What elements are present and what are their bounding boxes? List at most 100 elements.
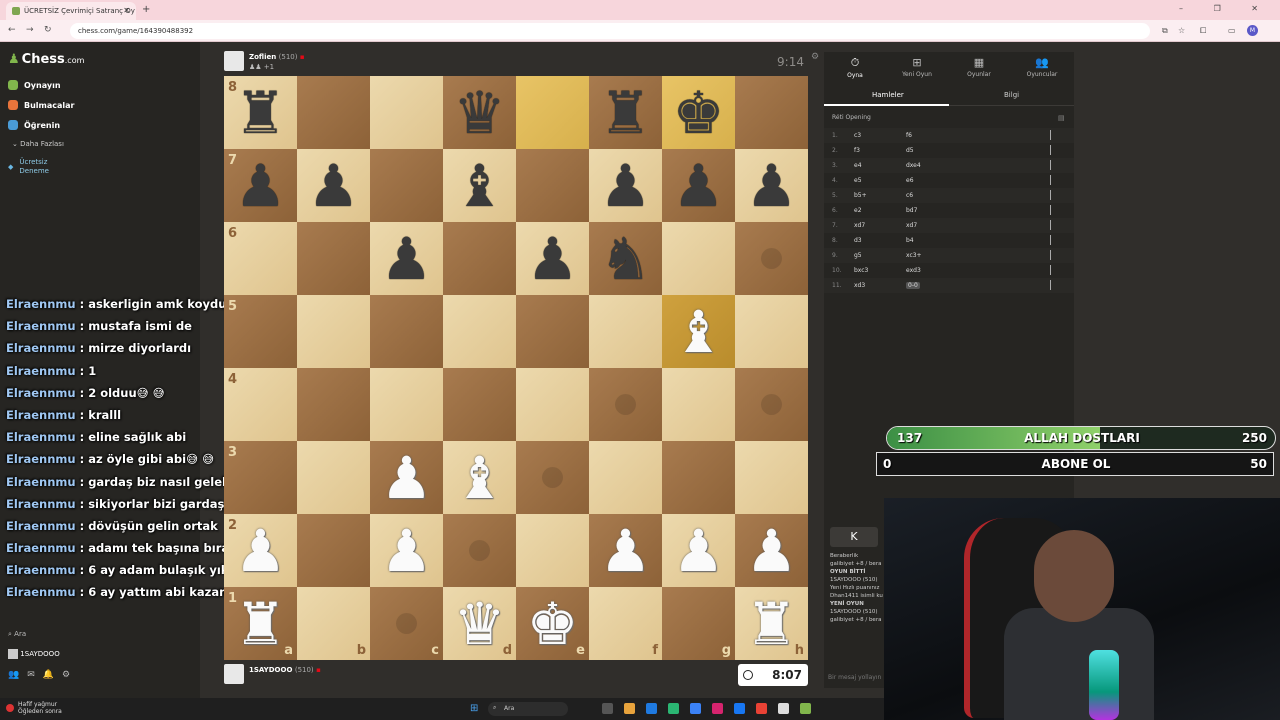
bookmark-star-icon[interactable]: ☆	[1178, 26, 1185, 35]
close-tab-icon[interactable]: ✕	[123, 6, 130, 15]
white-rook-piece[interactable]: ♜	[224, 589, 297, 660]
square-h2[interactable]: ♟	[735, 514, 808, 587]
square-e1[interactable]: e ♚	[516, 587, 589, 660]
black-move[interactable]: d5	[906, 147, 914, 154]
square-f3[interactable]	[589, 441, 662, 514]
tab-play[interactable]: ⏱ Oyna	[824, 56, 886, 79]
settings-icon[interactable]: ⚙	[62, 670, 78, 680]
free-trial-link[interactable]: ◆ Ücretsiz Deneme	[8, 158, 49, 176]
white-rook-piece[interactable]: ♜	[735, 589, 808, 660]
chess-board[interactable]: 8 ♜ ♛ ♜ ♚ 7 ♟ ♟ ♝ ♟ ♟ ♟ 6 ♟ ♟ ♞ 5 ♝ 4 3 ♟ ♝ 2 ♟ ♟ ♟ ♟ ♟ 1 a ♜ b c d ♛ e ♚ f g h…	[224, 76, 808, 660]
white-queen-piece[interactable]: ♛	[443, 589, 516, 660]
extension-icon[interactable]: ⧉	[1162, 26, 1168, 36]
square-d5[interactable]	[443, 295, 516, 368]
move-hint-dot[interactable]	[396, 613, 417, 634]
square-b5[interactable]	[297, 295, 370, 368]
square-c2[interactable]: ♟	[370, 514, 443, 587]
black-rook-piece[interactable]: ♜	[589, 78, 662, 149]
friends-icon[interactable]: 👥	[8, 670, 27, 680]
square-g4[interactable]	[662, 368, 735, 441]
square-a7[interactable]: 7 ♟	[224, 149, 297, 222]
black-move[interactable]: xc3+	[906, 252, 922, 259]
black-queen-piece[interactable]: ♛	[443, 78, 516, 149]
top-player-avatar[interactable]	[224, 51, 244, 71]
black-pawn-piece[interactable]: ♟	[297, 151, 370, 222]
weather-widget[interactable]: Hafif yağmur Öğleden sonra	[18, 701, 62, 715]
square-e6[interactable]: ♟	[516, 222, 589, 295]
square-d7[interactable]: ♝	[443, 149, 516, 222]
tab-games[interactable]: ▦ Oyunlar	[948, 56, 1010, 78]
tab-players[interactable]: 👥 Oyuncular	[1011, 56, 1073, 78]
black-move[interactable]: xd7	[906, 222, 917, 229]
square-h7[interactable]: ♟	[735, 149, 808, 222]
black-pawn-piece[interactable]: ♟	[662, 151, 735, 222]
white-pawn-piece[interactable]: ♟	[589, 516, 662, 587]
bottom-player-avatar[interactable]	[224, 664, 244, 684]
board-settings-icon[interactable]: ⚙	[811, 52, 819, 62]
white-move[interactable]: e4	[854, 162, 862, 169]
black-move[interactable]: b4	[906, 237, 914, 244]
black-move[interactable]: 0-0	[906, 282, 920, 289]
message-input[interactable]: Bir mesaj yollayın	[828, 674, 881, 681]
chrome-icon[interactable]	[756, 703, 767, 714]
square-c1[interactable]: c	[370, 587, 443, 660]
white-bishop-piece[interactable]: ♝	[443, 443, 516, 514]
move-hint-dot[interactable]	[469, 540, 490, 561]
square-e2[interactable]	[516, 514, 589, 587]
store-icon[interactable]	[668, 703, 679, 714]
square-f6[interactable]: ♞	[589, 222, 662, 295]
black-move[interactable]: exd3	[906, 267, 921, 274]
move-hint-dot[interactable]	[542, 467, 563, 488]
white-move[interactable]: b5+	[854, 192, 867, 199]
square-d6[interactable]	[443, 222, 516, 295]
white-move[interactable]: bxc3	[854, 267, 868, 274]
square-d4[interactable]	[443, 368, 516, 441]
black-king-piece[interactable]: ♚	[662, 78, 735, 149]
white-king-piece[interactable]: ♚	[516, 589, 589, 660]
sidebar-icon[interactable]: ▭	[1228, 26, 1236, 35]
sidebar-item-puzzles[interactable]: Bulmacalar	[8, 100, 75, 110]
sidebar-search[interactable]: ⌕ Ara	[8, 630, 26, 639]
black-pawn-piece[interactable]: ♟	[370, 224, 443, 295]
square-g1[interactable]: g	[662, 587, 735, 660]
instagram-icon[interactable]	[712, 703, 723, 714]
url-field[interactable]: chess.com/game/164390488392	[70, 23, 1150, 39]
square-b2[interactable]	[297, 514, 370, 587]
chesscom-app-icon[interactable]	[800, 703, 811, 714]
black-pawn-piece[interactable]: ♟	[589, 151, 662, 222]
window-controls[interactable]: – ❐ ✕	[1179, 4, 1272, 13]
black-knight-piece[interactable]: ♞	[589, 224, 662, 295]
square-b4[interactable]	[297, 368, 370, 441]
new-tab-icon[interactable]: +	[142, 4, 150, 15]
square-a3[interactable]: 3	[224, 441, 297, 514]
black-move[interactable]: bd7	[906, 207, 917, 214]
move-hint-dot[interactable]	[761, 394, 782, 415]
square-e8[interactable]	[516, 76, 589, 149]
facebook-icon[interactable]	[734, 703, 745, 714]
black-bishop-piece[interactable]: ♝	[443, 151, 516, 222]
white-move[interactable]: c3	[854, 132, 861, 139]
subtab-moves[interactable]: Hamleler	[872, 91, 904, 99]
tab-new-game[interactable]: ⊞ Yeni Oyun	[886, 56, 948, 78]
square-f8[interactable]: ♜	[589, 76, 662, 149]
white-move[interactable]: f3	[854, 147, 860, 154]
square-f2[interactable]: ♟	[589, 514, 662, 587]
black-rook-piece[interactable]: ♜	[224, 78, 297, 149]
square-a2[interactable]: 2 ♟	[224, 514, 297, 587]
square-h5[interactable]	[735, 295, 808, 368]
square-d1[interactable]: d ♛	[443, 587, 516, 660]
square-f1[interactable]: f	[589, 587, 662, 660]
white-move[interactable]: xd3	[854, 282, 865, 289]
app-icon-2[interactable]	[778, 703, 789, 714]
square-g3[interactable]	[662, 441, 735, 514]
black-move[interactable]: dxe4	[906, 162, 921, 169]
reload-icon[interactable]: ↻	[44, 25, 52, 35]
square-c4[interactable]	[370, 368, 443, 441]
browser-tab[interactable]: ÜCRETSİZ Çevrimiçi Satranç Oy ✕	[6, 2, 136, 20]
task-view-icon[interactable]	[602, 703, 613, 714]
square-d2[interactable]	[443, 514, 516, 587]
sidebar-item-more[interactable]: ⌄ Daha Fazlası	[12, 140, 64, 148]
sidebar-item-play[interactable]: Oynayın	[8, 80, 61, 90]
taskbar-search[interactable]: ⌕ Ara	[488, 702, 568, 716]
square-g7[interactable]: ♟	[662, 149, 735, 222]
